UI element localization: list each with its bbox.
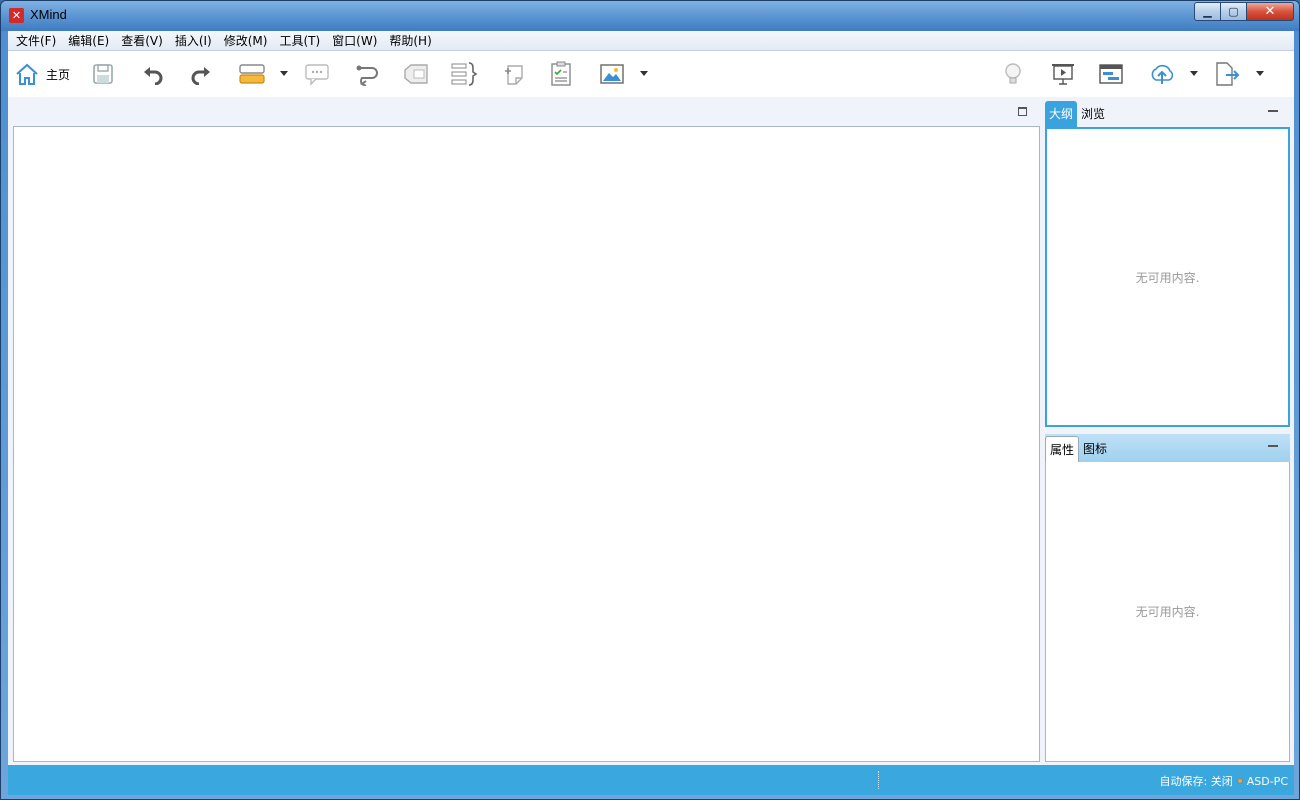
- editor-maximize-button[interactable]: [1018, 107, 1027, 116]
- outline-panel-body: 无可用内容.: [1045, 127, 1290, 427]
- gantt-button[interactable]: [1098, 61, 1124, 87]
- redo-button[interactable]: [190, 61, 212, 87]
- menu-modify[interactable]: 修改(M): [218, 32, 274, 50]
- relationship-icon: [354, 62, 380, 86]
- home-icon: [14, 61, 40, 87]
- export-icon: [1214, 61, 1242, 87]
- autosave-status[interactable]: 自动保存: 关闭: [1160, 773, 1233, 789]
- callout-icon: [304, 62, 330, 86]
- redo-icon: [190, 63, 212, 85]
- editor-canvas[interactable]: [13, 126, 1040, 762]
- callout-button[interactable]: [304, 61, 330, 87]
- presentation-icon: [1050, 61, 1076, 87]
- maximize-button[interactable]: ▢: [1221, 2, 1247, 21]
- user-name: ASD-PC: [1246, 774, 1288, 788]
- menu-bar: 文件(F) 编辑(E) 查看(V) 插入(I) 修改(M) 工具(T) 窗口(W…: [8, 31, 1294, 51]
- image-dropdown-arrow[interactable]: [640, 71, 648, 76]
- user-status-icon: [1236, 778, 1243, 784]
- properties-panel-header: 属性 图标: [1045, 434, 1290, 462]
- menu-edit[interactable]: 编辑(E): [62, 32, 115, 50]
- upload-dropdown-arrow[interactable]: [1190, 71, 1198, 76]
- status-info: 自动保存: 关闭 ASD-PC: [1160, 773, 1288, 789]
- status-bar: 自动保存: 关闭 ASD-PC: [8, 765, 1294, 795]
- properties-minimize-button[interactable]: [1268, 445, 1278, 447]
- export-button[interactable]: [1214, 61, 1242, 87]
- undo-button[interactable]: [142, 61, 164, 87]
- summary-icon: [450, 61, 478, 87]
- topic-button[interactable]: [238, 61, 266, 87]
- summary-button[interactable]: [450, 61, 478, 87]
- upload-icon: [1148, 62, 1176, 86]
- relationship-button[interactable]: [354, 61, 380, 87]
- task-icon: [550, 61, 572, 87]
- outline-minimize-button[interactable]: [1268, 110, 1278, 112]
- properties-panel: 属性 图标 无可用内容.: [1045, 434, 1290, 762]
- home-label: 主页: [46, 67, 71, 82]
- image-icon: [599, 63, 625, 85]
- window-title: XMind: [30, 7, 67, 22]
- home-button[interactable]: 主页: [14, 61, 70, 87]
- tab-browse[interactable]: 浏览: [1077, 101, 1109, 127]
- properties-empty-text: 无可用内容.: [1135, 605, 1200, 619]
- xmind-logo-icon: ✕: [9, 8, 24, 23]
- window-controls: ▁ ▢ ✕: [1194, 2, 1294, 21]
- menu-file[interactable]: 文件(F): [10, 32, 62, 50]
- tab-icons[interactable]: 图标: [1079, 436, 1111, 462]
- outline-empty-text: 无可用内容.: [1135, 270, 1200, 285]
- presentation-button[interactable]: [1050, 61, 1076, 87]
- idea-icon: [1002, 61, 1024, 87]
- save-icon: [92, 63, 114, 85]
- menu-help[interactable]: 帮助(H): [383, 32, 437, 50]
- task-button[interactable]: [550, 61, 572, 87]
- toolbar: 主页: [8, 51, 1294, 97]
- status-separator: [878, 771, 879, 789]
- menu-window[interactable]: 窗口(W): [326, 32, 383, 50]
- menu-tools[interactable]: 工具(T): [273, 32, 326, 50]
- boundary-icon: [402, 62, 430, 86]
- title-bar[interactable]: ✕ XMind ▁ ▢ ✕: [1, 1, 1299, 31]
- upload-button[interactable]: [1148, 61, 1176, 87]
- undo-icon: [142, 63, 164, 85]
- topic-dropdown-arrow[interactable]: [280, 71, 288, 76]
- idea-button[interactable]: [1002, 61, 1024, 87]
- outline-panel-header: 大纲 浏览: [1045, 99, 1290, 127]
- tab-properties[interactable]: 属性: [1045, 436, 1080, 462]
- minimize-button[interactable]: ▁: [1194, 2, 1221, 21]
- image-button[interactable]: [599, 61, 625, 87]
- save-button[interactable]: [92, 61, 114, 87]
- menu-view[interactable]: 查看(V): [115, 32, 169, 50]
- outline-panel: 大纲 浏览 无可用内容.: [1045, 99, 1290, 427]
- menu-insert[interactable]: 插入(I): [169, 32, 218, 50]
- properties-panel-body: 无可用内容.: [1045, 462, 1290, 762]
- note-icon: [502, 62, 526, 86]
- app-window: ✕ XMind ▁ ▢ ✕ 文件(F) 编辑(E) 查看(V) 插入(I) 修改…: [0, 0, 1300, 800]
- gantt-icon: [1098, 62, 1124, 86]
- close-button[interactable]: ✕: [1247, 2, 1294, 21]
- main-area: 大纲 浏览 无可用内容. 属性 图标 无可用内容.: [8, 97, 1294, 765]
- export-dropdown-arrow[interactable]: [1256, 71, 1264, 76]
- tab-outline[interactable]: 大纲: [1045, 101, 1078, 127]
- note-button[interactable]: [502, 61, 526, 87]
- boundary-button[interactable]: [402, 61, 430, 87]
- topic-icon: [238, 62, 266, 86]
